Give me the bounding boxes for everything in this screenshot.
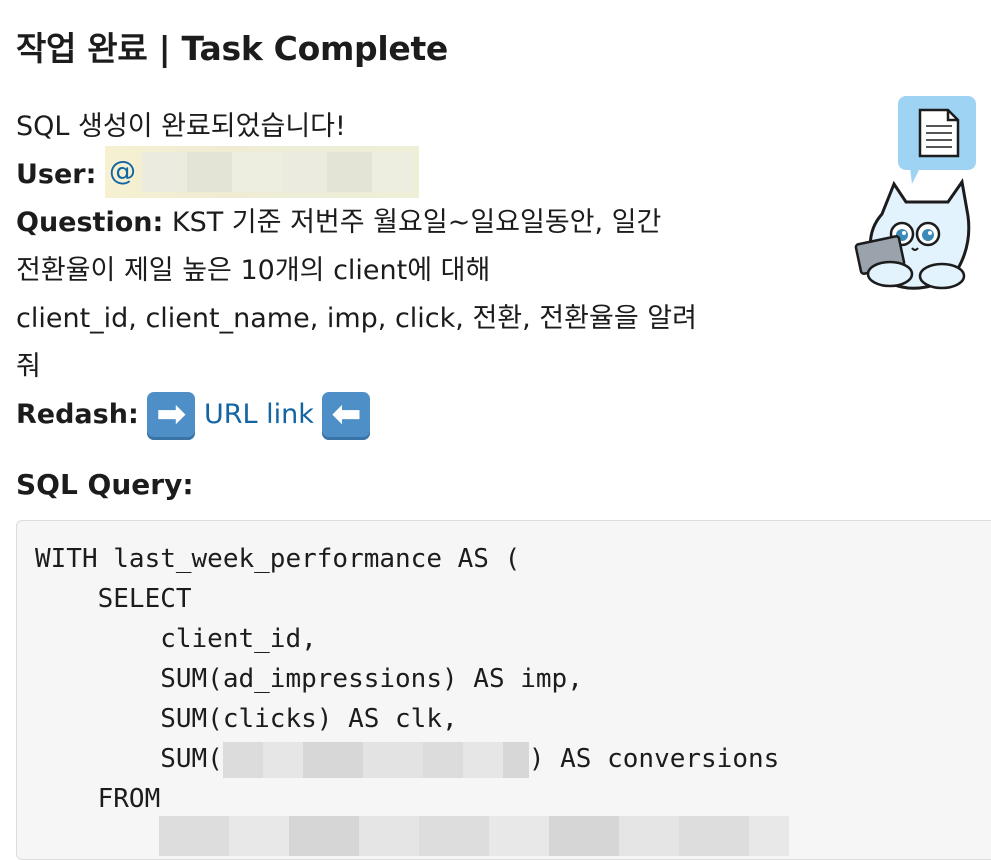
arrow-left-icon: ⬅ (322, 391, 371, 440)
page-title: 작업 완료 | Task Complete (16, 29, 449, 68)
question-line-2: 전환율이 제일 높은 10개의 client에 대해 (16, 255, 491, 286)
user-mention[interactable]: @ (105, 145, 420, 198)
sql-line-6-suffix: ) AS conversions (528, 744, 780, 774)
sql-line-3: client_id, (35, 624, 317, 654)
sql-code-block[interactable]: WITH last_week_performance AS ( SELECT c… (16, 520, 991, 860)
sql-heading: SQL Query: (16, 468, 194, 501)
redash-url-link[interactable]: URL link (204, 399, 314, 430)
status-message: SQL 생성이 완료되었습니다! (16, 111, 346, 142)
question-label: Question: (16, 207, 164, 238)
sql-line-5: SUM(clicks) AS clk, (35, 704, 458, 734)
question-text-1: KST 기준 저번주 월요일~일요일동안, 일간 (171, 207, 662, 238)
question-line-4: 줘 (16, 351, 41, 382)
redash-row: Redash: ➡ URL link ⬅ (16, 391, 776, 440)
question-line-3: client_id, client_name, imp, click, 전환, … (16, 303, 697, 334)
cat-figure (854, 178, 971, 290)
redacted-username (142, 152, 413, 192)
redacted-table-name (159, 816, 789, 856)
sql-line-4: SUM(ad_impressions) AS imp, (35, 664, 583, 694)
sql-line-1: WITH last_week_performance AS ( (35, 544, 521, 574)
document-icon (918, 108, 960, 158)
sql-line-2: SELECT (35, 584, 192, 614)
arrow-right-icon: ➡ (147, 391, 196, 440)
user-row: User: @ (16, 145, 776, 199)
message-card: 작업 완료 | Task Complete SQL 생성이 완료되었습니다! U… (16, 0, 991, 860)
sql-line-6-prefix: SUM( (35, 744, 223, 774)
user-label: User: (16, 159, 97, 190)
mention-at: @ (109, 155, 137, 187)
message-body: SQL 생성이 완료되었습니다! User: @ Question: KST 기… (16, 103, 776, 440)
question-line-1: Question: KST 기준 저번주 월요일~일요일동안, 일간 (16, 199, 776, 247)
redash-label: Redash: (16, 399, 139, 430)
redacted-column (222, 741, 529, 778)
cat-mascot-icon (854, 96, 976, 290)
sql-line-7: FROM (35, 784, 161, 814)
